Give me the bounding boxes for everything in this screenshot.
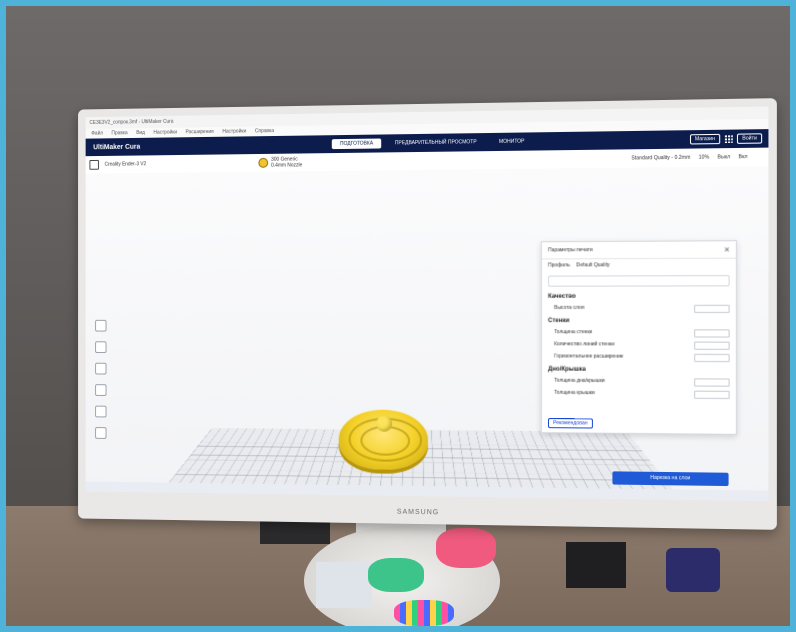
menu-help[interactable]: Справка xyxy=(255,128,274,134)
setting-row: Толщина дна/крышки xyxy=(542,376,736,389)
profile-label: Профиль xyxy=(547,262,571,269)
setting-value-field[interactable] xyxy=(694,378,730,387)
apps-grid-icon[interactable] xyxy=(724,134,733,144)
slice-button[interactable]: Нарезка на слои xyxy=(612,471,729,487)
support-blocker-icon[interactable] xyxy=(95,427,107,439)
photo: CE3E3V2_сопрок.3mf - UltiMaker Cura Файл… xyxy=(6,6,790,626)
material-color-icon xyxy=(258,157,269,168)
header-right: Магазин Войти xyxy=(689,133,769,145)
monitor-brand: SAMSUNG xyxy=(396,508,440,517)
setting-value-field[interactable] xyxy=(694,304,730,313)
setting-label: Горизонтальное расширение xyxy=(554,353,624,360)
stage-tabs: ПОДГОТОВКА ПРЕДВАРИТЕЛЬНЫЙ ПРОСМОТР МОНИ… xyxy=(332,136,533,150)
toy-green xyxy=(368,558,424,592)
nozzle-size: 0.4mm Nozzle xyxy=(271,162,303,169)
setting-row: Количество линий стенки xyxy=(542,339,736,352)
monitor: CE3E3V2_сопрок.3mf - UltiMaker Cura Файл… xyxy=(78,98,777,530)
per-model-tool-icon[interactable] xyxy=(95,405,107,418)
scale-tool-icon[interactable] xyxy=(95,341,107,354)
setting-value-field[interactable] xyxy=(694,390,730,400)
signin-button[interactable]: Войти xyxy=(736,133,763,144)
setting-label: Высота слоя xyxy=(554,304,585,311)
setting-row: Толщина стенки xyxy=(542,327,736,339)
setting-row: Высота слоя xyxy=(542,303,736,315)
mirror-tool-icon[interactable] xyxy=(95,384,107,396)
setting-row: Толщина крышки xyxy=(542,388,736,401)
move-tool-icon[interactable] xyxy=(95,319,107,332)
infill-value: 10% xyxy=(698,154,710,161)
card xyxy=(316,562,372,608)
setting-label: Толщина крышки xyxy=(554,389,595,397)
category-quality[interactable]: Качество xyxy=(542,290,736,302)
toy-pink xyxy=(436,528,496,568)
menu-view[interactable]: Вид xyxy=(136,130,145,136)
menu-edit[interactable]: Правка xyxy=(112,130,128,136)
settings-panel-header: Параметры печати × xyxy=(541,241,736,260)
can xyxy=(666,548,720,592)
open-file-icon[interactable] xyxy=(89,159,99,170)
app-logo: UltiMaker Cura xyxy=(93,143,141,151)
tab-preview[interactable]: ПРЕДВАРИТЕЛЬНЫЙ ПРОСМОТР xyxy=(387,137,485,148)
setting-value-field[interactable] xyxy=(694,353,730,363)
tab-prepare[interactable]: ПОДГОТОВКА xyxy=(332,138,381,150)
setting-row: Горизонтальное расширение xyxy=(542,351,736,364)
speaker-right xyxy=(566,542,626,588)
category-top-bottom[interactable]: Дно/Крышка xyxy=(542,363,736,376)
adhesion-value: Вкл xyxy=(738,154,748,161)
quality-profile: Standard Quality - 0.2mm xyxy=(631,154,691,162)
profile-dropdown[interactable]: Default Quality xyxy=(576,262,610,268)
recommended-button[interactable]: Рекомендован xyxy=(547,418,593,429)
menu-extensions[interactable]: Расширения xyxy=(186,129,214,135)
print-settings-panel: Параметры печати × Профиль Default Quali… xyxy=(540,240,737,435)
profile-row: Профиль Default Quality xyxy=(542,259,736,272)
close-icon[interactable]: × xyxy=(724,244,730,254)
3d-viewport[interactable]: Параметры печати × Профиль Default Quali… xyxy=(85,166,769,501)
tab-monitor[interactable]: МОНИТОР xyxy=(491,136,533,147)
tool-sidebar xyxy=(95,319,107,439)
printer-selector[interactable]: Creality Ender-3 V2 xyxy=(105,160,249,167)
settings-search-input[interactable] xyxy=(547,275,730,287)
model-knob xyxy=(376,415,393,432)
category-walls[interactable]: Стенки xyxy=(542,315,736,327)
marketplace-button[interactable]: Магазин xyxy=(689,133,721,145)
settings-panel-title: Параметры печати xyxy=(547,247,593,254)
bead-art xyxy=(394,600,454,626)
material-selector[interactable]: 300 Generic 0.4mm Nozzle xyxy=(258,156,303,169)
rotate-tool-icon[interactable] xyxy=(95,362,107,375)
screen: CE3E3V2_сопрок.3mf - UltiMaker Cura Файл… xyxy=(85,106,769,501)
menu-settings[interactable]: Настройки xyxy=(153,130,177,136)
menu-preferences[interactable]: Настройки xyxy=(222,129,246,135)
setting-label: Толщина дна/крышки xyxy=(554,377,605,385)
print-settings-summary[interactable]: Standard Quality - 0.2mm 10% Выкл Вкл xyxy=(631,154,768,162)
menu-file[interactable]: Файл xyxy=(91,131,103,137)
setting-label: Толщина стенки xyxy=(554,329,593,336)
setting-value-field[interactable] xyxy=(694,341,730,350)
support-value: Выкл xyxy=(717,154,731,161)
setting-value-field[interactable] xyxy=(694,329,730,338)
setting-label: Количество линий стенки xyxy=(554,341,615,348)
